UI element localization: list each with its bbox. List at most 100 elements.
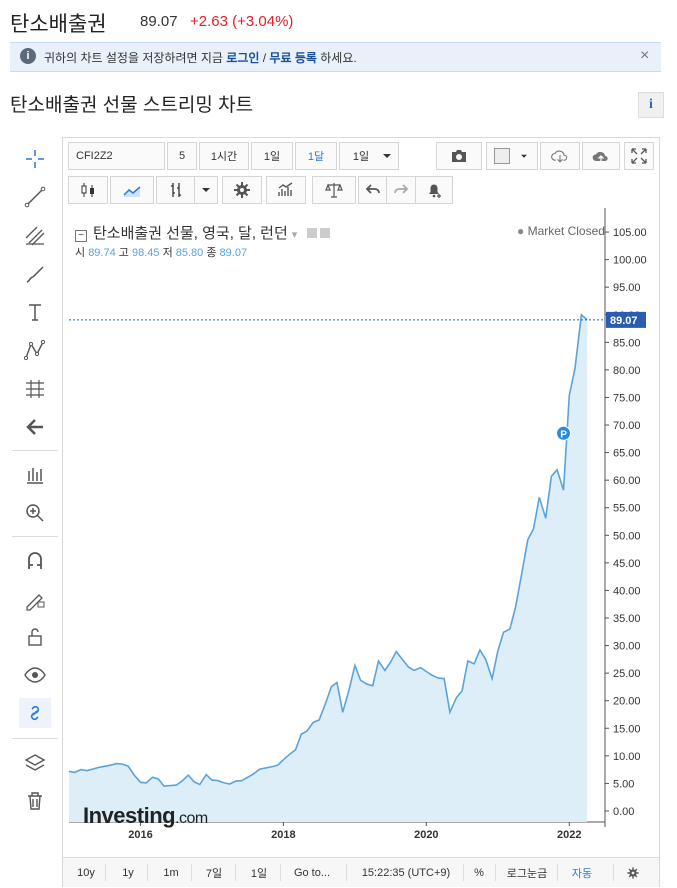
percent-scale-button[interactable]: % xyxy=(469,858,489,887)
instrument-title: 탄소배출권 xyxy=(10,13,107,36)
fib-tools-icon[interactable] xyxy=(19,221,51,251)
ohlc-values: 시 89.74 고 98.45 저 85.80 종 89.07 xyxy=(75,244,247,260)
alert-bell-icon[interactable] xyxy=(415,176,453,204)
crosshair-icon[interactable] xyxy=(19,144,51,174)
divider xyxy=(147,864,148,881)
interval-dropdown-icon[interactable] xyxy=(375,142,399,170)
y-tick-label: 95.00 xyxy=(613,282,641,294)
trash-icon[interactable] xyxy=(19,786,51,816)
y-tick-label: 70.00 xyxy=(613,420,641,432)
log-scale-button[interactable]: 로그눈금 xyxy=(501,858,553,887)
layers-icon[interactable] xyxy=(19,748,51,778)
open-label: 시 xyxy=(75,247,86,259)
indicators-dropdown-icon[interactable] xyxy=(194,176,218,204)
magnet-icon[interactable] xyxy=(19,546,51,576)
gear-icon[interactable] xyxy=(222,176,262,204)
divider xyxy=(235,864,236,881)
divider xyxy=(346,864,347,881)
high-label: 고 xyxy=(118,247,129,259)
eye-icon[interactable] xyxy=(19,660,51,690)
zoom-in-icon[interactable] xyxy=(19,498,51,528)
login-link[interactable]: 로그인 xyxy=(226,51,259,65)
price-plot[interactable]: 0.00 5.00 10.00 15.00 20.00 25.00 30.00 35.00 40… xyxy=(68,208,647,841)
long-position-icon[interactable] xyxy=(19,460,51,490)
camera-icon[interactable] xyxy=(436,142,482,170)
indicators-icon[interactable] xyxy=(156,176,196,204)
y-tick-label: 100.00 xyxy=(613,255,647,267)
divider xyxy=(105,864,106,881)
y-tick-label: 75.00 xyxy=(613,392,641,404)
close-label: 종 xyxy=(206,247,217,259)
high-value: 98.45 xyxy=(131,247,160,259)
symbol-input[interactable]: CFI2Z2 xyxy=(68,142,165,170)
cloud-upload-icon[interactable] xyxy=(582,142,620,170)
close-icon[interactable]: × xyxy=(640,47,649,65)
fullscreen-icon[interactable] xyxy=(624,142,654,170)
series-legend[interactable]: − 탄소배출권 선물, 영국, 달, 런던 ▾ xyxy=(75,222,331,243)
divider xyxy=(495,864,496,881)
goto-date-button[interactable]: Go to... xyxy=(287,858,337,887)
auto-scale-button[interactable]: 자동 xyxy=(567,858,597,887)
y-tick-label: 105.00 xyxy=(613,227,647,239)
interval-button-active[interactable]: 1달 xyxy=(295,142,337,170)
clock-readout: 15:22:35 (UTC+9) xyxy=(361,866,451,879)
market-status-text: Market Closed xyxy=(527,224,605,238)
notice-slash: / xyxy=(259,51,270,65)
link-icon[interactable] xyxy=(19,698,51,728)
register-link[interactable]: 무료 등록 xyxy=(269,51,317,65)
last-price: 89.07 xyxy=(140,13,178,30)
measure-icon[interactable] xyxy=(19,374,51,404)
color-picker-button[interactable] xyxy=(486,142,538,170)
redo-icon[interactable] xyxy=(386,176,416,204)
info-icon: i xyxy=(20,48,36,64)
price-change: +2.63 (+3.04%) xyxy=(190,13,294,30)
lock-drawings-icon[interactable] xyxy=(19,584,51,614)
range-1y-button[interactable]: 1y xyxy=(115,858,141,887)
trendline-icon[interactable] xyxy=(19,182,51,212)
gear-icon[interactable] xyxy=(621,858,645,887)
volume-icon[interactable] xyxy=(266,176,306,204)
x-tick-label: 2018 xyxy=(271,829,295,841)
y-tick-label: 45.00 xyxy=(613,558,641,570)
x-tick-label: 2022 xyxy=(557,829,581,841)
notice-text-after: 하세요. xyxy=(316,51,357,65)
pattern-icon[interactable] xyxy=(19,335,51,365)
divider xyxy=(613,864,614,881)
range-toolbar: 10y 1y 1m 7일 1일 Go to... 15:22:35 (UTC+9… xyxy=(63,857,659,887)
y-tick-label: 20.00 xyxy=(613,696,641,708)
range-1d-button[interactable]: 1일 xyxy=(243,858,275,887)
quantity-field[interactable]: 5 xyxy=(167,142,197,170)
y-tick-label: 25.00 xyxy=(613,668,641,680)
color-swatch xyxy=(494,148,510,164)
interval-button[interactable]: 1시간 xyxy=(199,142,249,170)
series-settings-icon[interactable] xyxy=(320,228,331,238)
y-tick-label: 10.00 xyxy=(613,751,641,763)
area-chart-icon[interactable] xyxy=(110,176,154,204)
back-arrow-icon[interactable] xyxy=(19,412,51,442)
collapse-icon[interactable]: − xyxy=(75,230,87,242)
range-7d-button[interactable]: 7일 xyxy=(199,858,229,887)
cloud-download-icon[interactable] xyxy=(540,142,580,170)
undo-icon[interactable] xyxy=(358,176,388,204)
series-name: 탄소배출권 선물, 영국, 달, 런던 xyxy=(93,225,288,242)
y-tick-label: 80.00 xyxy=(613,365,641,377)
unlock-icon[interactable] xyxy=(19,622,51,652)
event-marker-label: P xyxy=(560,429,567,440)
chart-info-button[interactable]: i xyxy=(638,92,664,118)
series-visibility-icon[interactable] xyxy=(307,228,318,238)
y-tick-label: 30.00 xyxy=(613,641,641,653)
login-notice-text: 귀하의 차트 설정을 저장하려면 지금 로그인 / 무료 등록 하세요. xyxy=(44,49,357,66)
text-tool-icon[interactable] xyxy=(19,297,51,327)
open-value: 89.74 xyxy=(88,247,116,259)
series-dropdown-icon[interactable]: ▾ xyxy=(292,229,298,241)
interval-button[interactable]: 1일 xyxy=(251,142,293,170)
page-title: 탄소배출권 선물 스트리밍 차트 xyxy=(10,95,254,116)
brush-icon[interactable] xyxy=(19,259,51,289)
last-price-label: 89.07 xyxy=(610,315,638,327)
low-label: 저 xyxy=(162,247,173,259)
compare-icon[interactable] xyxy=(312,176,356,204)
y-tick-label: 40.00 xyxy=(613,585,641,597)
candlestick-icon[interactable] xyxy=(68,176,108,204)
range-1m-button[interactable]: 1m xyxy=(157,858,185,887)
range-10y-button[interactable]: 10y xyxy=(71,858,101,887)
